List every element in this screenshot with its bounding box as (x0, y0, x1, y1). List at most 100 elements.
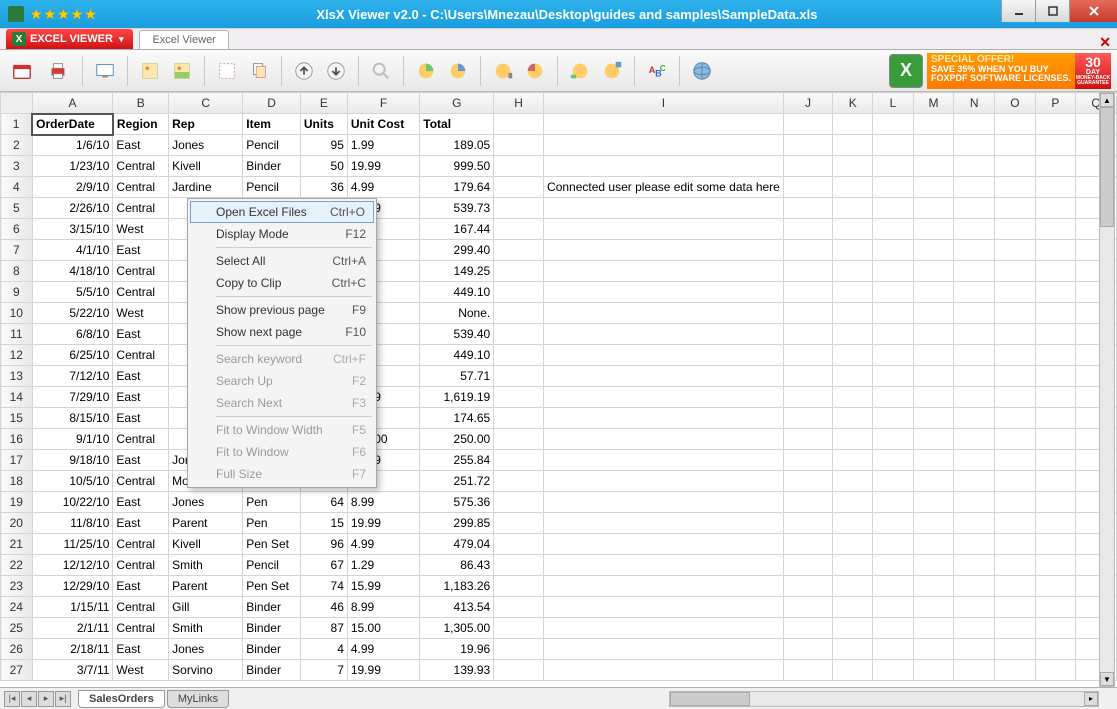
cell-O25[interactable] (995, 618, 1036, 639)
cell-P26[interactable] (1035, 639, 1075, 660)
cell-B16[interactable]: Central (113, 429, 169, 450)
cell-H5[interactable] (494, 198, 544, 219)
cell-A12[interactable]: 6/25/10 (32, 345, 113, 366)
cell-M17[interactable] (913, 450, 954, 471)
cell-N9[interactable] (954, 282, 995, 303)
column-header-P[interactable]: P (1035, 93, 1075, 114)
row-header-18[interactable]: 18 (1, 471, 33, 492)
cell-G6[interactable]: 167.44 (420, 219, 494, 240)
cell-I13[interactable] (544, 366, 784, 387)
cell-O11[interactable] (995, 324, 1036, 345)
cell-O6[interactable] (995, 219, 1036, 240)
cell-I5[interactable] (544, 198, 784, 219)
cell-N27[interactable] (954, 660, 995, 681)
cell-D26[interactable]: Binder (243, 639, 301, 660)
cell-M20[interactable] (913, 513, 954, 534)
cell-F21[interactable]: 4.99 (347, 534, 419, 555)
row-header-25[interactable]: 25 (1, 618, 33, 639)
cell-D24[interactable]: Binder (243, 597, 301, 618)
menu-item-display-mode[interactable]: Display ModeF12 (190, 223, 374, 245)
cell-D20[interactable]: Pen (243, 513, 301, 534)
web-button[interactable] (688, 57, 716, 85)
scroll-up-icon[interactable]: ▲ (1100, 93, 1114, 107)
cell-N19[interactable] (954, 492, 995, 513)
cell-C21[interactable]: Kivell (169, 534, 243, 555)
column-header-I[interactable]: I (544, 93, 784, 114)
cell-N26[interactable] (954, 639, 995, 660)
column-header-C[interactable]: C (169, 93, 243, 114)
cell-H6[interactable] (494, 219, 544, 240)
cell-J7[interactable] (783, 240, 832, 261)
cell-K18[interactable] (833, 471, 873, 492)
row-header-14[interactable]: 14 (1, 387, 33, 408)
cell-H8[interactable] (494, 261, 544, 282)
row-header-17[interactable]: 17 (1, 450, 33, 471)
cell-J9[interactable] (783, 282, 832, 303)
cell-K17[interactable] (833, 450, 873, 471)
cell-F22[interactable]: 1.29 (347, 555, 419, 576)
cell-H10[interactable] (494, 303, 544, 324)
cell-O5[interactable] (995, 198, 1036, 219)
row-header-5[interactable]: 5 (1, 198, 33, 219)
cell-M7[interactable] (913, 240, 954, 261)
cell-B9[interactable]: Central (113, 282, 169, 303)
cell-L27[interactable] (873, 660, 913, 681)
cell-O4[interactable] (995, 177, 1036, 198)
cell-L23[interactable] (873, 576, 913, 597)
cell-P24[interactable] (1035, 597, 1075, 618)
cell-G12[interactable]: 449.10 (420, 345, 494, 366)
row-header-26[interactable]: 26 (1, 639, 33, 660)
cell-L20[interactable] (873, 513, 913, 534)
cell-H15[interactable] (494, 408, 544, 429)
cell-P10[interactable] (1035, 303, 1075, 324)
chart6-button[interactable] (598, 57, 626, 85)
cell-A14[interactable]: 7/29/10 (32, 387, 113, 408)
cell-B21[interactable]: Central (113, 534, 169, 555)
cell-P9[interactable] (1035, 282, 1075, 303)
cell-I19[interactable] (544, 492, 784, 513)
cell-I14[interactable] (544, 387, 784, 408)
column-header-A[interactable]: A (32, 93, 113, 114)
cell-I4[interactable]: Connected user please edit some data her… (544, 177, 784, 198)
cell-F27[interactable]: 19.99 (347, 660, 419, 681)
sheet-tab-salesorders[interactable]: SalesOrders (78, 690, 165, 708)
cell-B20[interactable]: East (113, 513, 169, 534)
scroll-right-icon[interactable]: ▸ (1084, 692, 1098, 706)
cell-B12[interactable]: Central (113, 345, 169, 366)
cell-J24[interactable] (783, 597, 832, 618)
minimize-button[interactable] (1001, 0, 1035, 22)
row-header-2[interactable]: 2 (1, 135, 33, 156)
cell-F19[interactable]: 8.99 (347, 492, 419, 513)
cell-B18[interactable]: Central (113, 471, 169, 492)
cell-G22[interactable]: 86.43 (420, 555, 494, 576)
cell-A10[interactable]: 5/22/10 (32, 303, 113, 324)
cell-D22[interactable]: Pencil (243, 555, 301, 576)
cell-L15[interactable] (873, 408, 913, 429)
cell-G17[interactable]: 255.84 (420, 450, 494, 471)
cell-J3[interactable] (783, 156, 832, 177)
row-header-22[interactable]: 22 (1, 555, 33, 576)
cell-O20[interactable] (995, 513, 1036, 534)
prev-sheet-button[interactable]: ◂ (21, 691, 37, 707)
cell-A9[interactable]: 5/5/10 (32, 282, 113, 303)
row-header-20[interactable]: 20 (1, 513, 33, 534)
cell-J1[interactable] (783, 114, 832, 135)
select-all-corner[interactable] (1, 93, 33, 114)
cell-H21[interactable] (494, 534, 544, 555)
copy-button[interactable] (245, 57, 273, 85)
cell-M9[interactable] (913, 282, 954, 303)
cell-N8[interactable] (954, 261, 995, 282)
cell-I25[interactable] (544, 618, 784, 639)
cell-L22[interactable] (873, 555, 913, 576)
cell-B17[interactable]: East (113, 450, 169, 471)
file-tab[interactable]: Excel Viewer (139, 30, 228, 49)
cell-A18[interactable]: 10/5/10 (32, 471, 113, 492)
cell-K12[interactable] (833, 345, 873, 366)
cell-P5[interactable] (1035, 198, 1075, 219)
cell-F25[interactable]: 15.00 (347, 618, 419, 639)
cell-I12[interactable] (544, 345, 784, 366)
cell-J27[interactable] (783, 660, 832, 681)
cell-A15[interactable]: 8/15/10 (32, 408, 113, 429)
cell-J23[interactable] (783, 576, 832, 597)
cell-N23[interactable] (954, 576, 995, 597)
